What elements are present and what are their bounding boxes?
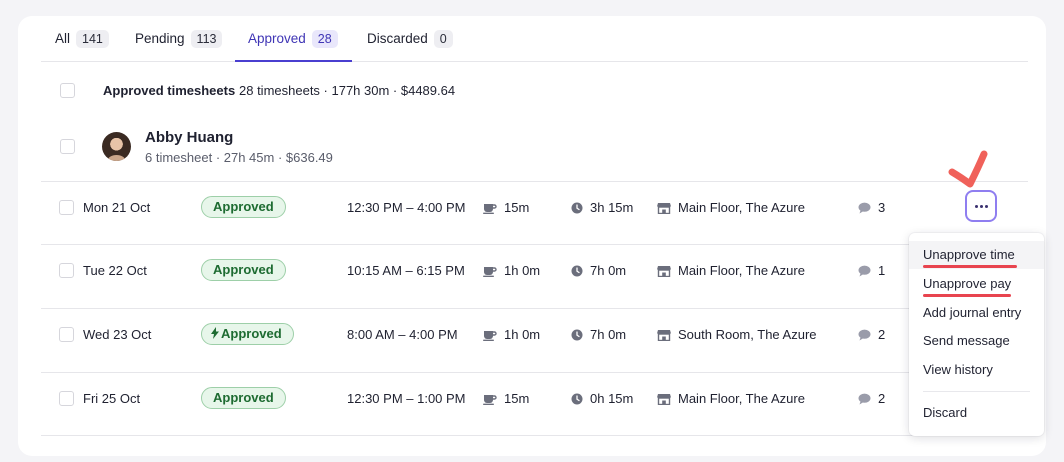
row-time-range: 10:15 AM – 6:15 PM: [347, 263, 465, 278]
speech-bubble-icon: [858, 329, 871, 341]
row-date: Wed 23 Oct: [83, 327, 152, 342]
tab-all[interactable]: All 141: [55, 30, 109, 62]
row-checkbox[interactable]: [59, 200, 74, 215]
menu-item-send-message[interactable]: Send message: [909, 327, 1044, 355]
storefront-icon: [657, 203, 671, 214]
menu-item-view-history[interactable]: View history: [909, 356, 1044, 384]
summary-stats: 28 timesheets · 177h 30m · $4489.64: [239, 83, 456, 98]
status-badge: Approved: [201, 259, 286, 281]
lightning-bolt-icon: [211, 327, 219, 339]
row-date: Tue 22 Oct: [83, 263, 147, 278]
row-duration: 0h 15m: [571, 391, 633, 407]
menu-item-add-journal-entry[interactable]: Add journal entry: [909, 299, 1044, 327]
underline-annotation: [923, 265, 1017, 268]
row-time-range: 12:30 PM – 1:00 PM: [347, 391, 466, 406]
storefront-icon: [657, 330, 671, 341]
row-location: South Room, The Azure: [657, 327, 817, 343]
speech-bubble-icon: [858, 393, 871, 405]
person-stats: 6 timesheet · 27h 45m · $636.49: [145, 150, 333, 165]
tab-discarded[interactable]: Discarded 0: [367, 30, 453, 62]
underline-annotation: [923, 294, 1011, 297]
timesheets-card: All 141 Pending 113 Approved 28 Discarde…: [18, 16, 1046, 456]
coffee-cup-icon: [483, 331, 497, 341]
clock-icon: [571, 393, 583, 405]
menu-item-discard[interactable]: Discard: [909, 399, 1044, 427]
table-row[interactable]: Wed 23 Oct Approved 8:00 AM – 4:00 PM 1h…: [41, 308, 1028, 371]
tab-approved[interactable]: Approved 28: [235, 30, 352, 62]
person-name[interactable]: Abby Huang: [145, 129, 233, 146]
menu-divider: [923, 391, 1030, 392]
speech-bubble-icon: [858, 202, 871, 214]
storefront-icon: [657, 394, 671, 405]
row-comments[interactable]: 2: [858, 327, 885, 343]
row-actions-menu: Unapprove time Unapprove pay Add journal…: [909, 233, 1044, 436]
row-checkbox[interactable]: [59, 263, 74, 278]
row-date: Mon 21 Oct: [83, 200, 151, 215]
row-checkbox[interactable]: [59, 391, 74, 406]
tab-count: 0: [433, 30, 453, 48]
row-date: Fri 25 Oct: [83, 391, 141, 406]
clock-icon: [571, 265, 583, 277]
clock-icon: [571, 202, 583, 214]
row-duration: 7h 0m: [571, 327, 626, 343]
storefront-icon: [657, 266, 671, 277]
row-break: 1h 0m: [483, 263, 540, 279]
row-comments[interactable]: 1: [858, 263, 885, 279]
tab-count: 28: [311, 30, 338, 48]
row-duration: 7h 0m: [571, 263, 626, 279]
select-all-checkbox[interactable]: [60, 83, 75, 98]
table-row[interactable]: Fri 25 Oct Approved 12:30 PM – 1:00 PM 1…: [41, 372, 1028, 435]
status-badge: Approved: [201, 196, 286, 218]
tab-count: 113: [190, 30, 223, 48]
avatar: [102, 132, 131, 161]
row-time-range: 12:30 PM – 4:00 PM: [347, 200, 466, 215]
dot-icon: [979, 204, 983, 208]
row-divider: [41, 435, 1028, 436]
clock-icon: [571, 329, 583, 341]
speech-bubble-icon: [858, 265, 871, 277]
row-checkbox[interactable]: [59, 327, 74, 342]
row-duration: 3h 15m: [571, 200, 633, 216]
row-time-range: 8:00 AM – 4:00 PM: [347, 327, 458, 342]
row-break: 15m: [483, 200, 529, 216]
status-badge: Approved: [201, 387, 286, 409]
tab-pending[interactable]: Pending 113: [135, 30, 223, 62]
row-location: Main Floor, The Azure: [657, 200, 805, 216]
status-badge: Approved: [201, 323, 294, 345]
coffee-cup-icon: [483, 267, 497, 277]
row-break: 15m: [483, 391, 529, 407]
more-actions-button[interactable]: [965, 190, 997, 222]
coffee-cup-icon: [483, 204, 497, 214]
row-location: Main Floor, The Azure: [657, 391, 805, 407]
row-break: 1h 0m: [483, 327, 540, 343]
select-person-checkbox[interactable]: [60, 139, 75, 154]
status-tabs: All 141 Pending 113 Approved 28 Discarde…: [41, 16, 1028, 62]
row-comments[interactable]: 3: [858, 200, 885, 216]
dot-icon: [974, 204, 978, 208]
tab-count: 141: [76, 30, 109, 48]
row-comments[interactable]: 2: [858, 391, 885, 407]
coffee-cup-icon: [483, 395, 497, 405]
table-row[interactable]: Mon 21 Oct Approved 12:30 PM – 4:00 PM 1…: [41, 181, 1028, 244]
row-location: Main Floor, The Azure: [657, 263, 805, 279]
checkmark-annotation-icon: [948, 150, 988, 188]
table-row[interactable]: Tue 22 Oct Approved 10:15 AM – 6:15 PM 1…: [41, 244, 1028, 307]
dot-icon: [984, 204, 988, 208]
summary-title: Approved timesheets: [103, 83, 236, 98]
